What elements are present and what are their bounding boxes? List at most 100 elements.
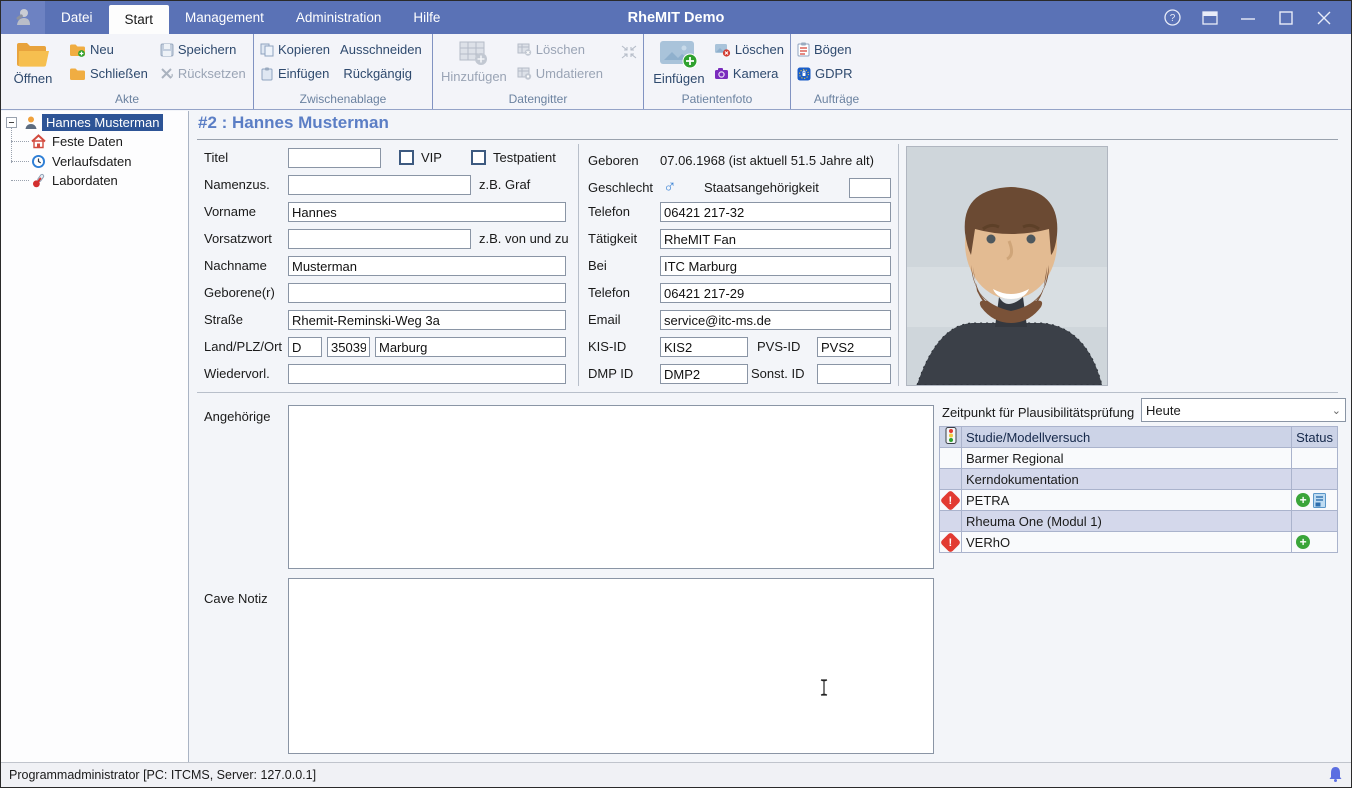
telefon1-input[interactable] — [660, 202, 891, 222]
table-row-rheuma-one[interactable]: Rheuma One (Modul 1) — [940, 511, 1338, 532]
titel-input[interactable] — [288, 148, 381, 168]
plausibility-label: Zeitpunkt für Plausibilitätsprüfung — [942, 403, 1134, 423]
open-button[interactable]: Öffnen — [7, 37, 59, 88]
minimize-button[interactable] — [1233, 5, 1263, 31]
titel-label: Titel — [204, 148, 228, 168]
tree-node-verlaufsdaten[interactable]: Verlaufsdaten — [1, 152, 188, 172]
bei-input[interactable] — [660, 256, 891, 276]
close-file-button[interactable]: Schließen — [69, 65, 148, 82]
camera-button[interactable]: Kamera — [714, 65, 784, 82]
telefon2-input[interactable] — [660, 283, 891, 303]
cut-button[interactable]: Ausschneiden — [340, 41, 422, 58]
grid-collapse-icon[interactable] — [621, 45, 637, 62]
undo-button[interactable]: Rückgängig — [343, 65, 412, 82]
kis-id-label: KIS-ID — [588, 337, 626, 357]
close-button[interactable] — [1309, 5, 1339, 31]
photo-delete-icon — [714, 43, 731, 57]
land-input[interactable] — [288, 337, 322, 357]
grid-redate-button[interactable]: Umdatieren — [517, 65, 603, 82]
nachname-input[interactable] — [288, 256, 566, 276]
taetigkeit-input[interactable] — [660, 229, 891, 249]
table-row-kerndokumentation[interactable]: Kerndokumentation — [940, 469, 1338, 490]
namenszusatz-label: Namenzus. — [204, 175, 270, 195]
document-icon[interactable] — [1313, 493, 1326, 508]
vorname-input[interactable] — [288, 202, 566, 222]
angehoerige-textarea[interactable] — [288, 405, 934, 569]
gdpr-button[interactable]: GDPR — [797, 65, 853, 82]
grid-add-button[interactable]: Hinzufügen — [439, 37, 509, 86]
staatsangehoerigkeit-input[interactable] — [849, 178, 891, 198]
vip-label: VIP — [421, 148, 442, 168]
wiedervorlage-input[interactable] — [288, 364, 566, 384]
ribbon-group-patientenfoto: Einfügen Löschen — [643, 34, 790, 109]
folder-close-icon — [69, 67, 86, 81]
sonst-id-label: Sonst. ID — [751, 364, 804, 384]
vorsatzwort-input[interactable] — [288, 229, 471, 249]
ribbon-toggle-icon[interactable] — [1195, 5, 1225, 31]
copy-button[interactable]: Kopieren — [260, 41, 330, 58]
geborene-label: Geborene(r) — [204, 283, 275, 303]
study-table-header: Studie/Modellversuch Status — [940, 427, 1338, 448]
tab-datei[interactable]: Datei — [45, 1, 109, 34]
namenszusatz-input[interactable] — [288, 175, 471, 195]
save-icon — [160, 43, 174, 57]
geboren-label: Geboren — [588, 151, 639, 171]
photo-delete-button[interactable]: Löschen — [714, 41, 784, 58]
save-button[interactable]: Speichern — [160, 41, 246, 58]
maximize-button[interactable] — [1271, 5, 1301, 31]
tree-node-label: Hannes Musterman — [42, 114, 163, 131]
study-column-header[interactable]: Studie/Modellversuch — [962, 427, 1292, 448]
pvs-id-input[interactable] — [817, 337, 891, 357]
notification-bell-icon[interactable] — [1328, 766, 1343, 785]
tree-collapse-icon[interactable] — [6, 117, 17, 128]
reset-button[interactable]: Rücksetzen — [160, 65, 246, 82]
land-plz-ort-label: Land/PLZ/Ort — [204, 337, 282, 357]
vip-checkbox[interactable] — [399, 150, 414, 165]
bei-label: Bei — [588, 256, 607, 276]
plausibility-dropdown[interactable]: Heute ⌄ — [1141, 398, 1346, 422]
new-button[interactable]: Neu — [69, 41, 148, 58]
status-column-header[interactable]: Status — [1292, 427, 1338, 448]
copy-icon — [260, 43, 274, 57]
taetigkeit-label: Tätigkeit — [588, 229, 637, 249]
forms-button[interactable]: Bögen — [797, 41, 853, 58]
tab-administration[interactable]: Administration — [280, 1, 398, 34]
sonst-id-input[interactable] — [817, 364, 891, 384]
house-icon — [31, 134, 46, 149]
group-label-auftraege: Aufträge — [797, 90, 876, 109]
plz-input[interactable] — [327, 337, 370, 357]
tree-node-patient[interactable]: Hannes Musterman — [1, 113, 188, 132]
title-bar: Datei Start Management Administration Hi… — [1, 1, 1351, 34]
table-row-petra[interactable]: ! PETRA + — [940, 490, 1338, 511]
vorname-label: Vorname — [204, 202, 256, 222]
add-record-icon[interactable]: + — [1296, 535, 1310, 549]
email-input[interactable] — [660, 310, 891, 330]
geboren-value: 07.06.1968 (ist aktuell 51.5 Jahre alt) — [660, 151, 874, 171]
tree-node-feste-daten[interactable]: Feste Daten — [1, 132, 188, 152]
strasse-input[interactable] — [288, 310, 566, 330]
tree-node-labordaten[interactable]: Labordaten — [1, 171, 188, 191]
group-label-patientenfoto: Patientenfoto — [650, 90, 784, 109]
cave-textarea[interactable] — [288, 578, 934, 754]
ort-input[interactable] — [375, 337, 566, 357]
photo-insert-button[interactable]: Einfügen — [650, 37, 708, 88]
dmp-id-input[interactable] — [660, 364, 748, 384]
ribbon-group-auftraege: Bögen GDPR Aufträge — [790, 34, 882, 109]
table-row-verho[interactable]: ! VERhO + — [940, 532, 1338, 553]
add-record-icon[interactable]: + — [1296, 493, 1310, 507]
geborene-input[interactable] — [288, 283, 566, 303]
tab-hilfe[interactable]: Hilfe — [397, 1, 456, 34]
column-divider-2 — [898, 144, 899, 386]
patient-tree-panel: Hannes Musterman Feste Daten Verlaufsdat… — [1, 111, 189, 762]
angehoerige-label: Angehörige — [204, 407, 271, 427]
table-row-barmer[interactable]: Barmer Regional — [940, 448, 1338, 469]
tab-start[interactable]: Start — [109, 5, 170, 34]
tab-management[interactable]: Management — [169, 1, 280, 34]
kis-id-input[interactable] — [660, 337, 748, 357]
paste-button[interactable]: Einfügen — [260, 65, 329, 82]
help-icon[interactable]: ? — [1157, 5, 1187, 31]
app-icon[interactable] — [1, 1, 45, 34]
grid-delete-button[interactable]: Löschen — [517, 41, 603, 58]
testpatient-checkbox[interactable] — [471, 150, 486, 165]
strasse-label: Straße — [204, 310, 243, 330]
